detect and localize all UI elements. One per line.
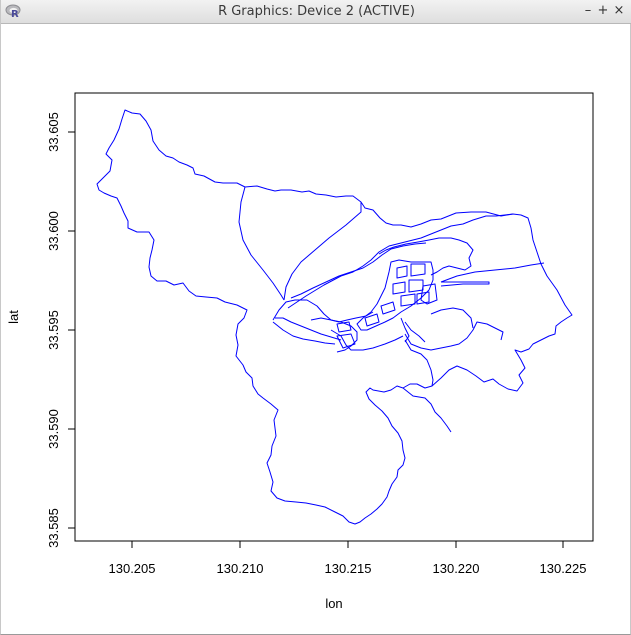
inner-boundary [310, 317, 358, 353]
district-boundary [96, 109, 573, 525]
close-button[interactable]: × [611, 3, 627, 19]
y-axis [68, 131, 76, 529]
town-block [416, 291, 430, 305]
x-tick-label: 130.215 [325, 561, 372, 576]
river [272, 321, 336, 345]
inner-boundary [430, 307, 474, 329]
y-tick-label: 33.595 [46, 310, 61, 350]
river [275, 317, 342, 341]
town-block [410, 263, 426, 277]
inner-boundary [283, 202, 362, 301]
y-tick-label: 33.590 [46, 409, 61, 449]
y-tick-label: 33.585 [46, 508, 61, 548]
inner-boundary [330, 329, 404, 351]
x-axis-label: lon [325, 596, 342, 611]
town-block [396, 265, 408, 279]
road [402, 387, 452, 433]
town-block [392, 281, 406, 295]
x-tick-label: 130.225 [540, 561, 587, 576]
map-outlines [96, 109, 573, 525]
road [440, 262, 545, 283]
x-tick-label: 130.220 [433, 561, 480, 576]
inner-boundary [238, 186, 285, 301]
r-graphics-window: R R Graphics: Device 2 (ACTIVE) – + × 13… [0, 0, 631, 635]
x-axis [131, 540, 564, 548]
x-tick-label: 130.210 [217, 561, 264, 576]
minimize-button[interactable]: – [580, 3, 596, 19]
x-tick-label: 130.205 [109, 561, 156, 576]
road [440, 281, 490, 287]
town-block [408, 279, 424, 293]
title-bar[interactable]: R R Graphics: Device 2 (ACTIVE) – + × [1, 0, 631, 24]
town-block [400, 293, 416, 307]
maximize-button[interactable]: + [595, 3, 611, 19]
town-block [380, 301, 396, 315]
inner-boundary [290, 242, 427, 299]
y-tick-label: 33.605 [46, 112, 61, 152]
town-block [336, 333, 356, 349]
y-axis-label: lat [6, 310, 21, 324]
inner-boundary [287, 213, 514, 309]
inner-boundary [400, 317, 410, 343]
window-title: R Graphics: Device 2 (ACTIVE) [218, 4, 415, 19]
plot-frame [74, 92, 594, 542]
plot-canvas: 130.205 130.210 130.215 130.220 130.225 … [6, 92, 594, 611]
y-tick-label: 33.600 [46, 211, 61, 251]
river [378, 237, 474, 276]
